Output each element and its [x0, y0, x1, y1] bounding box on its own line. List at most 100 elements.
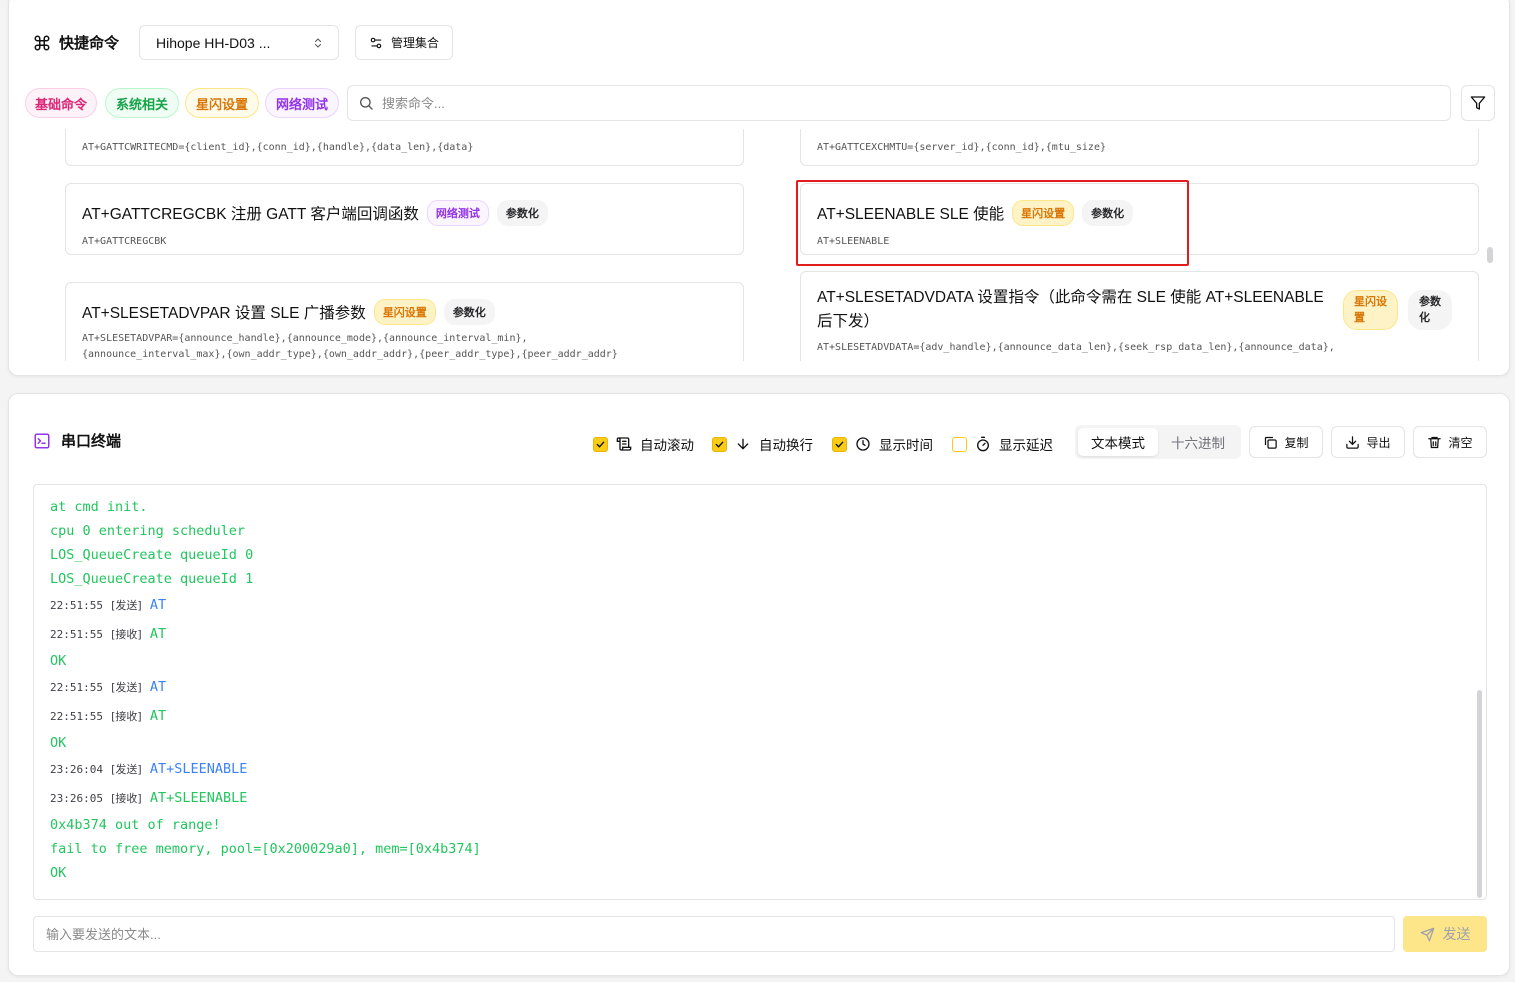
clear-button[interactable]: 清空 — [1413, 426, 1487, 458]
terminal-line: LOS_QueueCreate queueId 1 — [50, 571, 254, 587]
clear-label: 清空 — [1448, 435, 1473, 450]
hex-mode-tab[interactable]: 十六进制 — [1158, 428, 1238, 456]
parameterized-badge: 参数化 — [1082, 200, 1134, 226]
send-label: 发送 — [1442, 926, 1471, 942]
command-title: AT+SLESETADVPAR 设置 SLE 广播参数 — [82, 305, 366, 322]
display-mode-toggle: 文本模式 十六进制 — [1075, 425, 1241, 459]
terminal-line: LOS_QueueCreate queueId 0 — [50, 547, 254, 563]
filter-button[interactable] — [1461, 85, 1495, 121]
terminal-output[interactable]: at cmd init. cpu 0 entering scheduler LO… — [33, 484, 1487, 900]
category-badge: 星闪设置 — [1012, 200, 1075, 226]
command-text: AT+SLEENABLE — [817, 236, 890, 247]
download-icon — [1346, 435, 1360, 449]
terminal-line: 22:51:55 [接收] AT — [50, 708, 167, 724]
command-text: AT+SLESETADVPAR={announce_handle},{annou… — [82, 331, 727, 361]
clock-icon — [856, 437, 870, 451]
export-button[interactable]: 导出 — [1331, 426, 1405, 458]
command-card[interactable]: AT+SLESETADVPAR 设置 SLE 广播参数 星闪设置 参数化 AT+… — [65, 282, 744, 361]
tag-network-test[interactable]: 网络测试 — [265, 88, 339, 118]
command-card[interactable]: AT+SLEENABLE SLE 使能 星闪设置 参数化 AT+SLEENABL… — [800, 183, 1479, 255]
auto-scroll-label: 自动滚动 — [640, 438, 694, 453]
show-delay-label: 显示延迟 — [999, 438, 1053, 453]
show-delay-checkbox[interactable] — [952, 436, 967, 452]
check-icon — [596, 441, 605, 448]
search-input[interactable] — [382, 95, 1282, 111]
export-label: 导出 — [1366, 435, 1391, 450]
manage-collections-label: 管理集合 — [390, 36, 439, 50]
search-box — [347, 85, 1451, 121]
auto-wrap-checkbox[interactable] — [712, 436, 727, 452]
text-mode-tab[interactable]: 文本模式 — [1078, 428, 1158, 456]
tag-system[interactable]: 系统相关 — [105, 88, 179, 118]
parameterized-badge: 参数化 — [496, 200, 548, 226]
parameterized-badge: 参数化 — [443, 299, 495, 325]
tag-basic-commands[interactable]: 基础命令 — [25, 88, 97, 118]
option-auto-wrap[interactable]: 自动换行 — [712, 434, 813, 454]
command-text-line: {announce_interval_max},{own_addr_type},… — [82, 349, 618, 360]
parameterized-badge: 参数 化 — [1408, 290, 1452, 330]
option-auto-scroll[interactable]: 自动滚动 — [593, 434, 694, 454]
chevron-up-down-icon — [315, 37, 321, 48]
send-button[interactable]: 发送 — [1403, 916, 1487, 952]
command-title: AT+SLESETADVDATA 设置指令（此命令需在 SLE 使能 AT+SL… — [817, 289, 1324, 306]
check-icon — [715, 441, 724, 448]
command-card[interactable]: AT+GATTCREGCBK 注册 GATT 客户端回调函数 网络测试 参数化 … — [65, 183, 744, 255]
command-text: AT+GATTCWRITECMD={client_id},{conn_id},{… — [82, 142, 474, 153]
show-time-label: 显示时间 — [879, 438, 933, 453]
terminal-line: at cmd init. — [50, 499, 148, 515]
terminal-line: 23:26:04 [发送] AT+SLEENABLE — [50, 761, 248, 777]
auto-wrap-label: 自动换行 — [759, 438, 813, 453]
category-badge: 网络测试 — [426, 200, 489, 226]
terminal-line: cpu 0 entering scheduler — [50, 523, 246, 539]
terminal-line: OK — [50, 653, 67, 669]
command-title: AT+GATTCREGCBK 注册 GATT 客户端回调函数 — [82, 206, 419, 223]
terminal-title: 串口终端 — [61, 433, 122, 450]
copy-icon — [1265, 436, 1278, 449]
quick-commands-title: 快捷命令 — [59, 35, 120, 52]
category-badge: 星闪设置 — [373, 299, 436, 325]
quick-commands-panel: 快捷命令 Hihope HH-D03 ... 管理集合 基础命令 系统相关 星闪… — [8, 0, 1510, 376]
search-icon — [360, 97, 373, 110]
serial-terminal-panel: 串口终端 自动滚动 自动换行 显示时间 显示延迟 文本模式 十六进制 复制 导出… — [8, 393, 1510, 976]
command-card[interactable]: AT+GATTCWRITECMD={client_id},{conn_id},{… — [65, 129, 744, 166]
terminal-line: 22:51:55 [发送] AT — [50, 679, 167, 695]
scroll-text-icon — [616, 437, 632, 451]
option-show-time[interactable]: 显示时间 — [832, 434, 933, 454]
show-time-checkbox[interactable] — [832, 436, 847, 452]
command-list-scrollbar[interactable] — [1487, 247, 1493, 263]
option-show-delay[interactable]: 显示延迟 — [952, 434, 1053, 454]
terminal-line: OK — [50, 735, 67, 751]
device-select-value: Hihope HH-D03 ... — [156, 34, 271, 51]
command-text: AT+SLESETADVDATA={adv_handle},{announce_… — [817, 342, 1335, 353]
category-badge: 星闪设 置 — [1343, 290, 1398, 330]
manage-collections-button[interactable]: 管理集合 — [355, 25, 453, 60]
copy-label: 复制 — [1284, 435, 1309, 450]
command-card[interactable]: AT+SLESETADVDATA 设置指令（此命令需在 SLE 使能 AT+SL… — [800, 271, 1479, 361]
terminal-line: 0x4b374 out of range! — [50, 817, 221, 833]
device-select[interactable]: Hihope HH-D03 ... — [139, 25, 339, 60]
command-list: AT+GATTCWRITECMD={client_id},{conn_id},{… — [9, 129, 1509, 361]
timer-icon — [977, 436, 989, 452]
send-icon — [1420, 927, 1434, 941]
command-title: AT+SLEENABLE SLE 使能 — [817, 206, 1005, 223]
terminal-scrollbar[interactable] — [1477, 690, 1482, 898]
terminal-line: 22:51:55 [发送] AT — [50, 597, 167, 613]
terminal-line: 23:26:05 [接收] AT+SLEENABLE — [50, 790, 248, 806]
terminal-header: 串口终端 — [33, 430, 121, 451]
filter-icon — [1470, 96, 1486, 110]
check-icon — [835, 441, 844, 448]
command-text: AT+GATTCREGCBK — [82, 236, 167, 247]
tag-sle-settings[interactable]: 星闪设置 — [185, 88, 259, 118]
copy-button[interactable]: 复制 — [1249, 426, 1323, 458]
terminal-line: fail to free memory, pool=[0x200029a0], … — [50, 841, 481, 857]
command-key-icon — [34, 35, 50, 50]
terminal-icon — [34, 433, 50, 448]
auto-scroll-checkbox[interactable] — [593, 436, 608, 452]
command-text-line: AT+SLESETADVPAR={announce_handle},{annou… — [82, 333, 528, 344]
trash-icon — [1428, 436, 1442, 448]
command-title-continued: 后下发） — [817, 313, 880, 330]
terminal-line: 22:51:55 [接收] AT — [50, 626, 167, 642]
quick-commands-header: 快捷命令 — [33, 32, 119, 53]
send-text-input[interactable] — [33, 916, 1395, 952]
command-card[interactable]: AT+GATTCEXCHMTU={server_id},{conn_id},{m… — [800, 129, 1479, 166]
